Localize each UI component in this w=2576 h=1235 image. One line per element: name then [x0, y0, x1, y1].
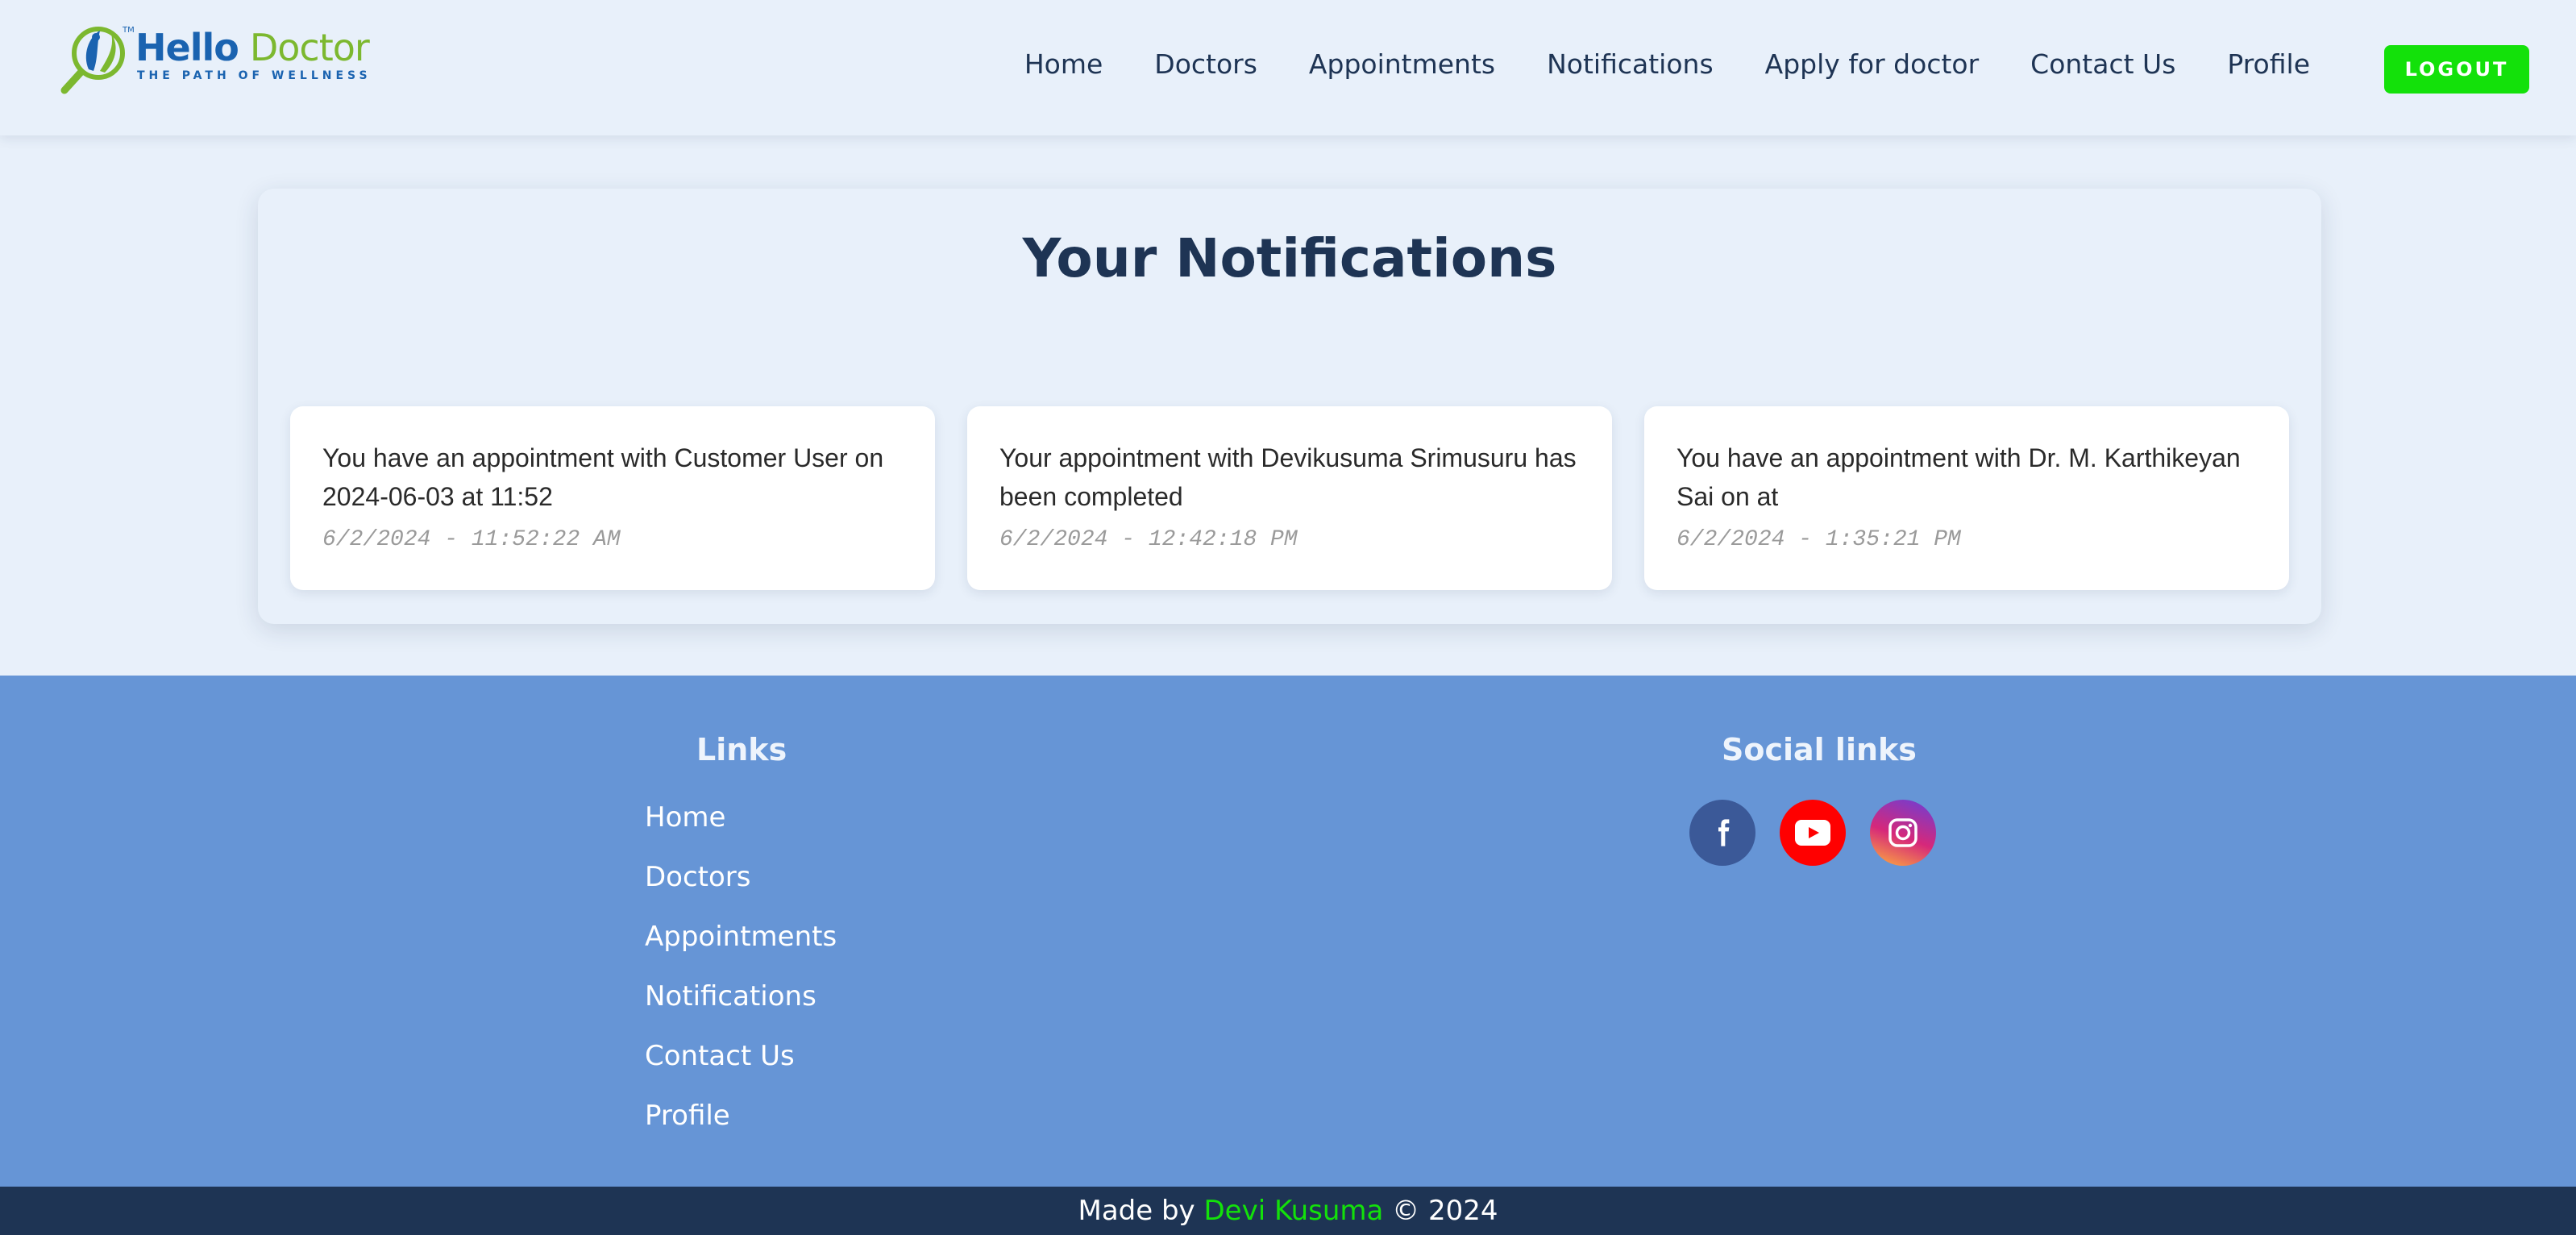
- credit-prefix: Made by: [1078, 1195, 1195, 1227]
- notification-card: You have an appointment with Customer Us…: [290, 406, 935, 590]
- youtube-link[interactable]: [1780, 800, 1846, 866]
- list-item: Notifications: [645, 980, 837, 1040]
- nav-profile[interactable]: Profile: [2227, 48, 2310, 80]
- notification-timestamp: 6/2/2024 - 1:35:21 PM: [1676, 527, 1961, 552]
- credit-author[interactable]: Devi Kusuma: [1204, 1195, 1384, 1227]
- footer-link-appointments[interactable]: Appointments: [645, 921, 837, 953]
- footer-link-contact-us[interactable]: Contact Us: [645, 1040, 795, 1072]
- footer-link-notifications[interactable]: Notifications: [645, 980, 816, 1013]
- nav-appointments[interactable]: Appointments: [1309, 48, 1495, 80]
- notification-timestamp: 6/2/2024 - 12:42:18 PM: [999, 527, 1298, 552]
- notification-card: Your appointment with Devikusuma Srimusu…: [967, 406, 1612, 590]
- page-title: Your Notifications: [1022, 227, 1557, 289]
- facebook-link[interactable]: [1689, 800, 1755, 866]
- notification-list: You have an appointment with Customer Us…: [290, 406, 2289, 590]
- brand-name: Hello Doctor: [135, 26, 370, 69]
- instagram-icon: [1888, 818, 1917, 847]
- credit-suffix: © 2024: [1392, 1195, 1498, 1227]
- youtube-icon: [1795, 820, 1830, 846]
- list-item: Contact Us: [645, 1040, 837, 1100]
- notifications-panel: Your Notifications You have an appointme…: [258, 189, 2321, 624]
- site-footer: Links Home Doctors Appointments Notifica…: [0, 676, 2576, 1187]
- footer-link-home[interactable]: Home: [645, 801, 725, 834]
- copyright-bar: Made by Devi Kusuma © 2024: [0, 1187, 2576, 1235]
- footer-social-title: Social links: [1722, 732, 1917, 767]
- brand-tagline: THE PATH OF WELLNESS: [137, 69, 372, 82]
- footer-links-title: Links: [696, 732, 787, 767]
- notification-message: You have an appointment with Dr. M. Kart…: [1676, 443, 2241, 511]
- footer-link-doctors[interactable]: Doctors: [645, 861, 751, 893]
- nav-apply-for-doctor[interactable]: Apply for doctor: [1765, 48, 1980, 80]
- notification-timestamp: 6/2/2024 - 11:52:22 AM: [322, 527, 621, 552]
- site-header: TM Hello Doctor THE PATH OF WELLNESS Home…: [0, 0, 2576, 135]
- list-item: Home: [645, 801, 837, 861]
- nav-home[interactable]: Home: [1024, 48, 1103, 80]
- instagram-link[interactable]: [1870, 800, 1936, 866]
- nav-notifications[interactable]: Notifications: [1547, 48, 1714, 80]
- logo[interactable]: TM Hello Doctor THE PATH OF WELLNESS: [58, 23, 380, 97]
- notification-card: You have an appointment with Dr. M. Kart…: [1644, 406, 2289, 590]
- list-item: Profile: [645, 1100, 837, 1159]
- footer-links: Home Doctors Appointments Notifications …: [645, 801, 837, 1159]
- nav-doctors[interactable]: Doctors: [1154, 48, 1257, 80]
- footer-link-profile[interactable]: Profile: [645, 1100, 730, 1132]
- social-links: [1689, 800, 1936, 866]
- brand-name-part1: Hello: [135, 26, 239, 69]
- notification-message: Your appointment with Devikusuma Srimusu…: [999, 443, 1577, 511]
- main-nav: Home Doctors Appointments Notifications …: [1024, 48, 2310, 80]
- list-item: Appointments: [645, 921, 837, 980]
- facebook-icon: [1718, 819, 1730, 846]
- brand-name-part2: Doctor: [249, 26, 370, 69]
- trademark-mark: TM: [123, 26, 135, 35]
- nav-contact-us[interactable]: Contact Us: [2030, 48, 2175, 80]
- logout-button[interactable]: LOGOUT: [2384, 45, 2529, 94]
- list-item: Doctors: [645, 861, 837, 921]
- notification-message: You have an appointment with Customer Us…: [322, 443, 884, 511]
